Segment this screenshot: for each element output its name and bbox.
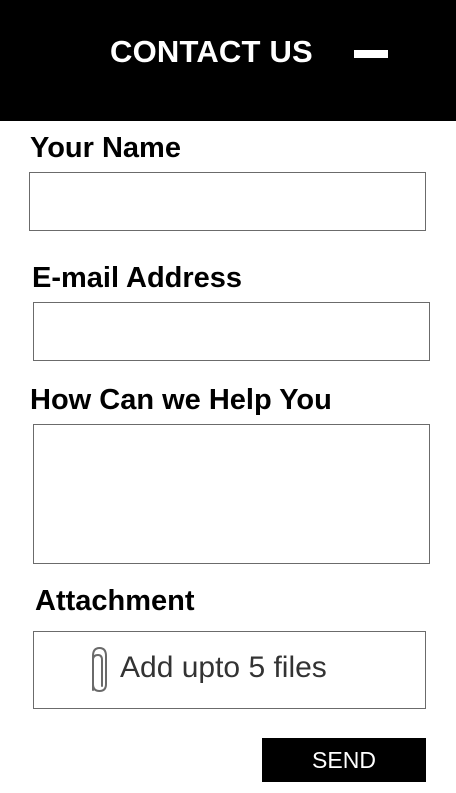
name-label: Your Name [30,132,181,164]
email-label: E-mail Address [32,262,243,294]
name-field[interactable] [29,172,426,231]
help-label: How Can we Help You [30,384,332,416]
header-bar: CONTACT US [0,0,456,121]
help-message-field[interactable] [33,424,430,564]
email-field[interactable] [33,302,430,361]
paperclip-icon [92,647,107,692]
attachment-label: Attachment [35,585,195,617]
attachment-hint: Add upto 5 files [120,651,327,684]
attachment-dropzone[interactable]: Add upto 5 files [33,631,426,709]
page-title: CONTACT US [110,34,313,69]
minus-icon[interactable] [354,50,388,58]
send-button[interactable]: SEND [262,738,426,782]
